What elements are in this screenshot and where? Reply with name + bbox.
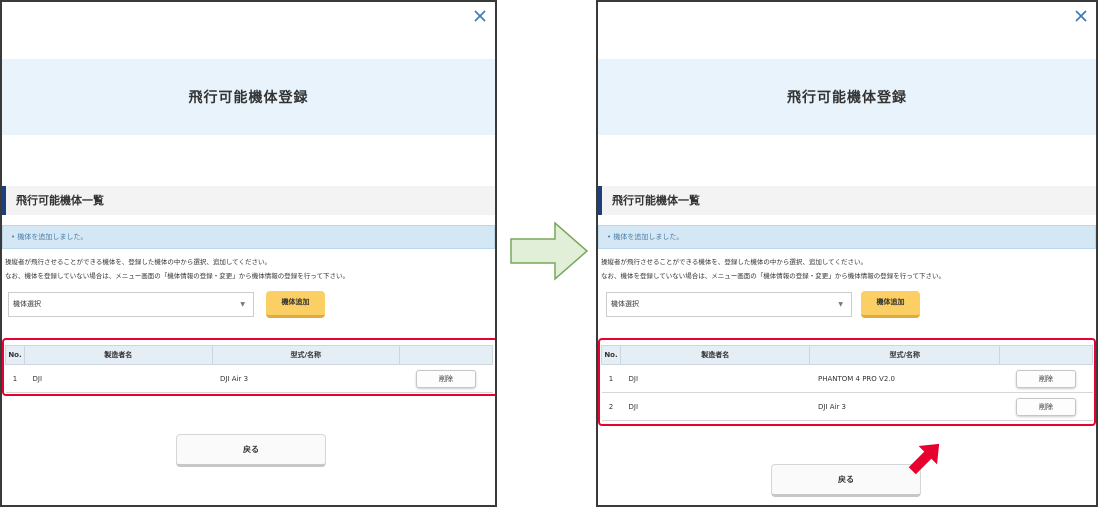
dialog-after: 飛行可能機体登録 飛行可能機体一覧 • 機体を追加しました。 操縦者が飛行させる… bbox=[596, 0, 1098, 507]
add-aircraft-button[interactable]: 機体追加 bbox=[266, 291, 325, 318]
dialog-title-band: 飛行可能機体登録 bbox=[2, 59, 495, 135]
back-button[interactable]: 戻る bbox=[176, 434, 326, 467]
chevron-down-icon: ▼ bbox=[838, 301, 843, 308]
dialog-before: 飛行可能機体登録 飛行可能機体一覧 • 機体を追加しました。 操縦者が飛行させる… bbox=[0, 0, 497, 507]
aircraft-select[interactable]: 機体選択 ▼ bbox=[8, 292, 254, 317]
close-icon[interactable] bbox=[473, 9, 487, 23]
success-notice: • 機体を追加しました。 bbox=[598, 225, 1096, 249]
close-icon[interactable] bbox=[1074, 9, 1088, 23]
dialog-title: 飛行可能機体登録 bbox=[188, 90, 309, 106]
back-button[interactable]: 戻る bbox=[771, 464, 921, 497]
dialog-title: 飛行可能機体登録 bbox=[787, 90, 907, 106]
aircraft-select-value: 機体選択 bbox=[611, 300, 639, 308]
aircraft-select[interactable]: 機体選択 ▼ bbox=[606, 292, 852, 317]
highlight-frame bbox=[2, 338, 495, 396]
section-heading: 飛行可能機体一覧 bbox=[2, 186, 495, 215]
highlight-frame bbox=[598, 338, 1096, 426]
description-line-2: なお、機体を登録していない場合は、メニュー画面の「機体情報の登録・変更」から機体… bbox=[5, 272, 349, 280]
description-line-2: なお、機体を登録していない場合は、メニュー画面の「機体情報の登録・変更」から機体… bbox=[601, 272, 945, 280]
description-line-1: 操縦者が飛行させることができる機体を、登録した機体の中から選択、追加してください… bbox=[601, 258, 867, 266]
dialog-title-band: 飛行可能機体登録 bbox=[598, 59, 1096, 135]
pointer-arrow-icon bbox=[903, 436, 947, 484]
aircraft-select-value: 機体選択 bbox=[13, 300, 41, 308]
chevron-down-icon: ▼ bbox=[240, 301, 245, 308]
transition-arrow-icon bbox=[509, 219, 589, 287]
success-notice: • 機体を追加しました。 bbox=[2, 225, 495, 249]
add-aircraft-button[interactable]: 機体追加 bbox=[861, 291, 920, 318]
section-heading: 飛行可能機体一覧 bbox=[598, 186, 1096, 215]
description-line-1: 操縦者が飛行させることができる機体を、登録した機体の中から選択、追加してください… bbox=[5, 258, 271, 266]
